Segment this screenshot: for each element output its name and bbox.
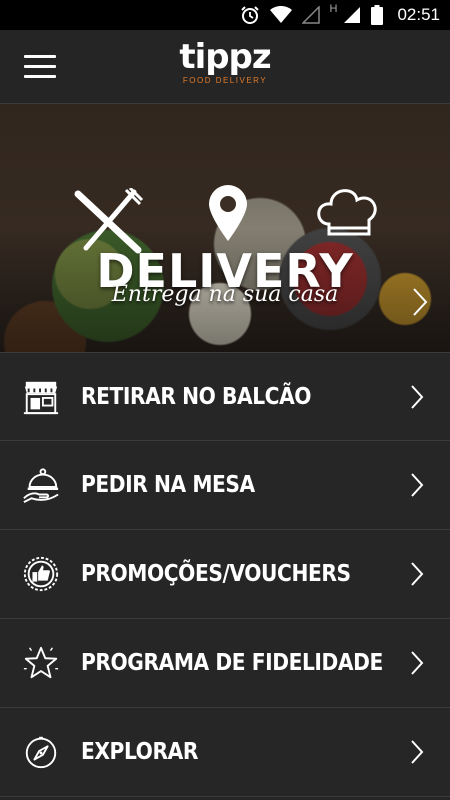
menu-item-label: RETIRAR NO BALCÃO	[81, 383, 312, 410]
menu-item-explorar[interactable]: EXPLORAR	[0, 708, 450, 797]
logo-name: tippz	[179, 37, 271, 77]
chevron-right-icon	[411, 473, 424, 497]
chevron-right-icon	[411, 562, 424, 586]
signal-empty-icon	[301, 6, 320, 24]
menu-item-label: PROMOÇÕES/VOUCHERS	[81, 561, 351, 587]
chevron-right-icon	[411, 740, 424, 764]
battery-icon	[371, 5, 384, 25]
thumbs-up-badge-icon	[23, 556, 59, 592]
chef-hat-icon	[317, 189, 377, 236]
chevron-right-icon[interactable]	[412, 287, 428, 317]
logo-tagline: FOOD DELIVERY	[182, 76, 268, 85]
status-time: 02:51	[397, 5, 440, 24]
serving-cloche-icon	[23, 468, 59, 503]
star-icon	[23, 646, 59, 679]
location-pin-icon	[209, 185, 247, 241]
status-bar: H 02:51	[0, 0, 450, 30]
compass-icon	[25, 736, 57, 769]
chevron-right-icon	[411, 651, 424, 675]
storefront-icon	[23, 381, 59, 414]
menu-item-label: EXPLORAR	[81, 739, 198, 765]
menu-item-label: PROGRAMA DE FIDELIDADE	[81, 650, 383, 676]
app-logo: tippz FOOD DELIVERY	[0, 40, 450, 85]
menu-item-label: PEDIR NA MESA	[81, 472, 255, 498]
wifi-icon	[269, 6, 292, 23]
menu-item-promocoes-vouchers[interactable]: PROMOÇÕES/VOUCHERS	[0, 530, 450, 619]
main-menu-list: RETIRAR NO BALCÃO PEDIR NA MESA PROMOÇÕE…	[0, 352, 450, 797]
menu-item-programa-de-fidelidade[interactable]: PROGRAMA DE FIDELIDADE	[0, 619, 450, 708]
signal-icon	[344, 7, 361, 23]
network-type-label: H	[329, 3, 338, 15]
app-bar: tippz FOOD DELIVERY	[0, 30, 450, 104]
menu-item-pedir-na-mesa[interactable]: PEDIR NA MESA	[0, 441, 450, 530]
chevron-right-icon	[411, 384, 424, 409]
alarm-icon	[240, 6, 259, 24]
banner-subtitle: Entrega na sua casa	[111, 282, 339, 307]
menu-item-retirar-no-balcao[interactable]: RETIRAR NO BALCÃO	[0, 352, 450, 441]
delivery-banner[interactable]: DELIVERY Entrega na sua casa	[0, 104, 450, 352]
